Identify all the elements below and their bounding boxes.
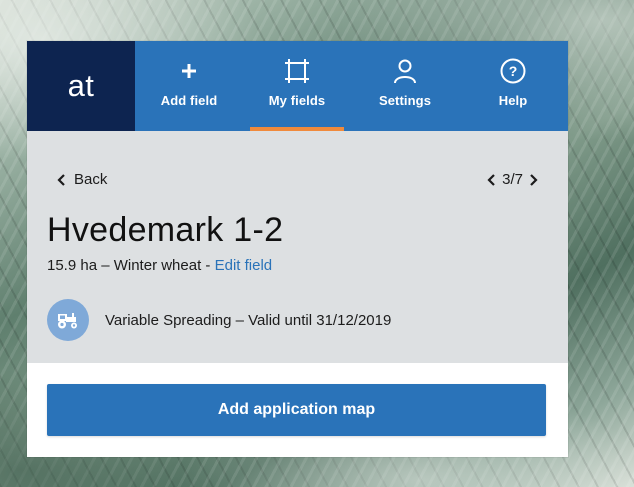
license-row: Variable Spreading – Valid until 31/12/2… (47, 299, 391, 341)
field-summary: 15.9 ha – Winter wheat - Edit field (47, 257, 272, 274)
panel-footer: Add application map (27, 363, 568, 457)
field-panel: at Add field My fields Settings ? Help B… (27, 41, 568, 457)
nav-label: Add field (160, 93, 218, 108)
nav-add-field[interactable]: Add field (135, 41, 243, 131)
chevron-left-icon (57, 173, 66, 186)
field-area-crop: 15.9 ha – Winter wheat - (47, 257, 215, 274)
question-circle-icon: ? (499, 57, 527, 85)
back-label: Back (74, 171, 108, 188)
tractor-icon (47, 299, 89, 341)
nav-settings[interactable]: Settings (351, 41, 459, 131)
add-application-map-button[interactable]: Add application map (47, 384, 546, 436)
top-navigation: at Add field My fields Settings ? Help (27, 41, 568, 131)
nav-label: Help (498, 93, 528, 108)
previous-field-button[interactable] (487, 173, 496, 186)
nav-my-fields[interactable]: My fields (243, 41, 351, 131)
next-field-button[interactable] (529, 173, 538, 186)
field-pager: 3/7 (487, 171, 538, 188)
license-status: Variable Spreading – Valid until 31/12/2… (105, 311, 392, 329)
nav-help[interactable]: ? Help (459, 41, 567, 131)
plus-icon (175, 57, 203, 85)
user-icon (391, 57, 419, 85)
svg-text:?: ? (509, 63, 518, 79)
field-title: Hvedemark 1-2 (47, 211, 284, 249)
back-button[interactable]: Back (57, 171, 107, 188)
field-details: Back 3/7 Hvedemark 1-2 15.9 ha – Winter … (27, 131, 568, 371)
field-frame-icon (283, 57, 311, 85)
pager-position: 3/7 (502, 171, 523, 188)
nav-label: Settings (378, 93, 432, 108)
app-logo[interactable]: at (27, 41, 135, 131)
edit-field-link[interactable]: Edit field (215, 257, 273, 274)
nav-label: My fields (268, 93, 326, 108)
